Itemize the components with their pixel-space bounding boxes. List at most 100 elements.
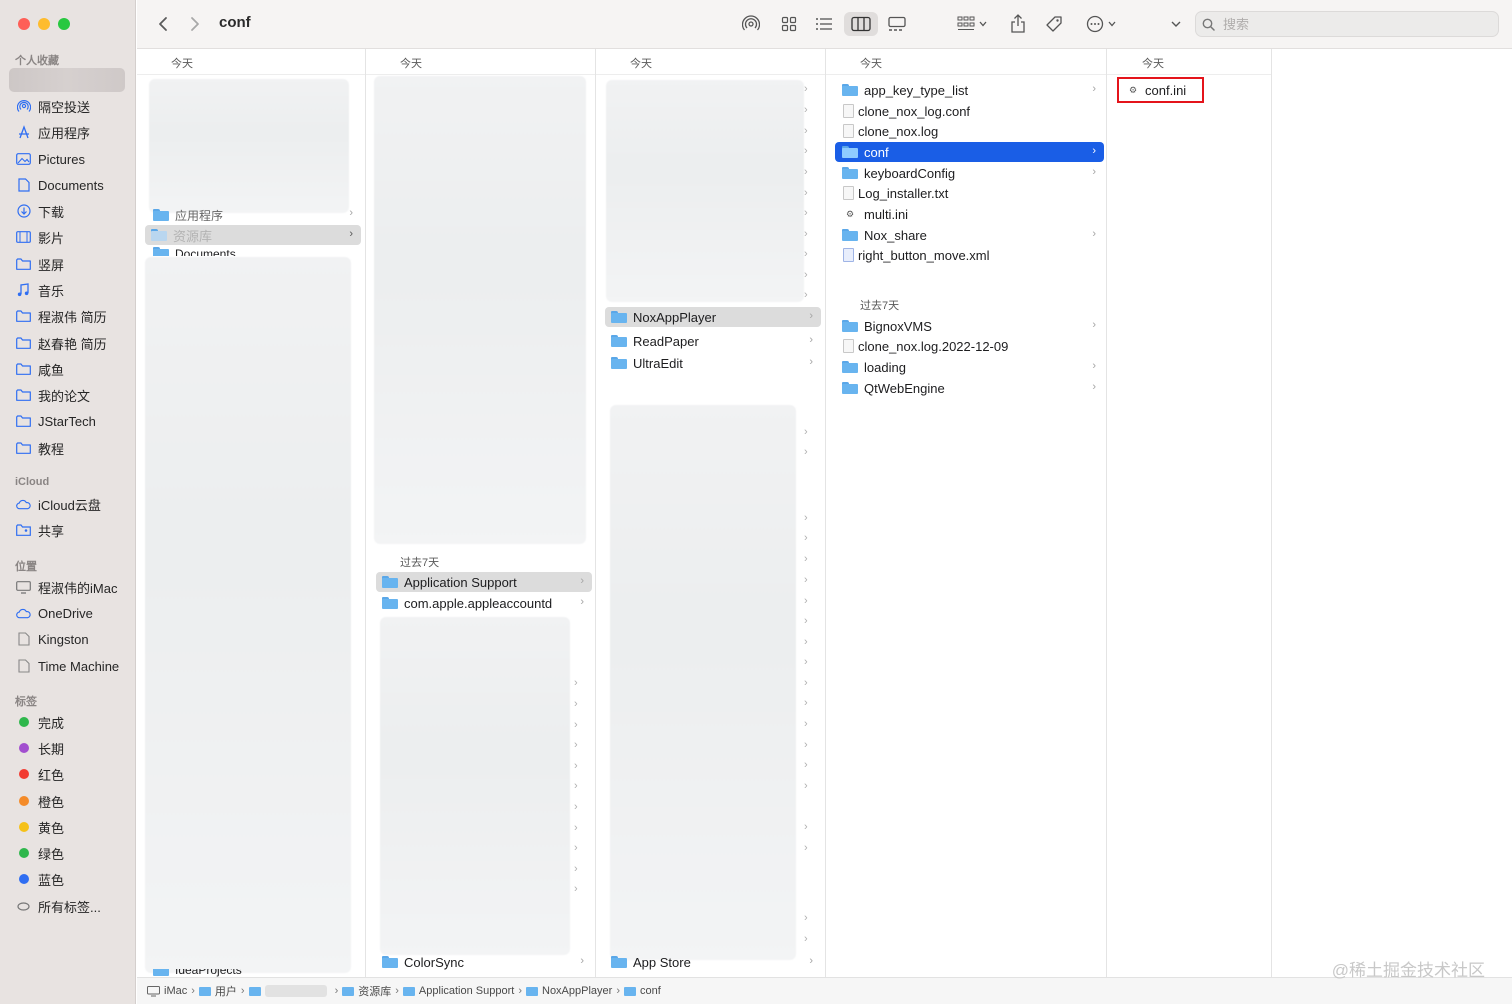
highlight-annotation-box: [1117, 77, 1204, 103]
sidebar-item-label: 我的论文: [38, 388, 91, 404]
close-window-button[interactable]: [18, 18, 30, 30]
list-item[interactable]: right_button_move.xml: [835, 245, 1104, 265]
sidebar-item[interactable]: Documents: [16, 175, 104, 195]
view-list-button[interactable]: [812, 12, 836, 36]
sidebar-item-label: 橙色: [38, 794, 65, 810]
sidebar-item[interactable]: 隔空投送: [16, 96, 90, 116]
list-item[interactable]: Nox_share ›: [835, 225, 1104, 245]
list-item[interactable]: 应用程序 ›: [147, 209, 361, 221]
search-input[interactable]: [1221, 15, 1485, 33]
tag-color-dot-icon: [19, 769, 29, 779]
sidebar-item-label: Time Machine: [38, 658, 120, 674]
list-item[interactable]: QtWebEngine ›: [835, 378, 1104, 398]
chevron-left-icon: [159, 17, 167, 31]
list-item[interactable]: BignoxVMS ›: [835, 316, 1104, 336]
list-item[interactable]: app_key_type_list ›: [835, 80, 1104, 100]
list-item-selected-path[interactable]: NoxAppPlayer ›: [605, 307, 821, 327]
list-item[interactable]: com.apple.appleaccountd ›: [376, 593, 592, 613]
list-item[interactable]: ReadPaper ›: [605, 331, 821, 351]
sidebar-item[interactable]: 教程: [16, 438, 64, 458]
sidebar-item[interactable]: 下载: [16, 201, 64, 221]
sidebar-item[interactable]: 应用程序: [16, 122, 90, 142]
chevron-right-icon: ›: [574, 863, 578, 875]
list-item[interactable]: clone_nox.log: [835, 121, 1104, 141]
section-header-today: 今天: [1142, 58, 1164, 70]
sidebar-tag-item[interactable]: 橙色: [16, 791, 64, 811]
list-item[interactable]: keyboardConfig ›: [835, 163, 1104, 183]
folder-icon: [611, 955, 627, 969]
path-segment-redacted[interactable]: [248, 985, 331, 997]
sidebar-tag-item[interactable]: 长期: [16, 738, 64, 758]
sidebar-item[interactable]: OneDrive: [16, 603, 93, 623]
sidebar-item-label: 共享: [38, 523, 65, 539]
drive-icon: [16, 632, 31, 646]
group-button[interactable]: [953, 12, 991, 36]
pictures-icon: [16, 152, 31, 166]
sidebar-item-all-tags[interactable]: 所有标签...: [16, 896, 101, 916]
zoom-window-button[interactable]: [58, 18, 70, 30]
more-actions-button[interactable]: [1082, 12, 1120, 36]
path-segment-application-support[interactable]: Application Support: [402, 985, 514, 997]
sidebar-tag-item[interactable]: 绿色: [16, 843, 64, 863]
sidebar-item[interactable]: 影片: [16, 227, 64, 247]
list-item-selected-path[interactable]: Application Support ›: [376, 572, 592, 592]
sidebar-tag-item[interactable]: 蓝色: [16, 869, 64, 889]
list-item[interactable]: App Store ›: [605, 952, 821, 972]
list-item-selected[interactable]: conf ›: [835, 142, 1104, 162]
toolbar-overflow-button[interactable]: [1167, 12, 1185, 36]
sidebar-item[interactable]: 程淑伟的iMac: [16, 577, 117, 597]
folder-icon: [842, 83, 858, 97]
list-item[interactable]: IdeaProjects: [147, 969, 361, 977]
chevron-right-icon: ›: [574, 801, 578, 813]
forward-button[interactable]: [185, 12, 205, 36]
list-item[interactable]: UltraEdit ›: [605, 353, 821, 373]
sidebar-tag-item[interactable]: 红色: [16, 764, 64, 784]
path-segment-noxappplayer[interactable]: NoxAppPlayer: [526, 985, 612, 997]
minimize-window-button[interactable]: [38, 18, 50, 30]
sidebar-tag-item[interactable]: 完成: [16, 712, 64, 732]
path-segment-imac[interactable]: iMac: [147, 985, 187, 997]
sidebar-item-label: Kingston: [38, 631, 89, 647]
cloud-icon: [16, 606, 31, 620]
sidebar-item[interactable]: Pictures: [16, 149, 85, 169]
list-item[interactable]: clone_nox.log.2022-12-09: [835, 336, 1104, 356]
share-button[interactable]: [1006, 12, 1030, 36]
sidebar-tag-item[interactable]: 黄色: [16, 817, 64, 837]
list-item-selected-path[interactable]: 资源库 ›: [145, 225, 361, 245]
list-item[interactable]: loading ›: [835, 357, 1104, 377]
folder-icon: [151, 228, 167, 242]
list-item[interactable]: clone_nox_log.conf: [835, 101, 1104, 121]
view-icons-button[interactable]: [777, 12, 801, 36]
folder-icon: [16, 388, 31, 402]
sidebar-item[interactable]: Time Machine: [16, 656, 119, 676]
list-item[interactable]: ColorSync ›: [376, 952, 592, 972]
sidebar-item[interactable]: 咸鱼: [16, 359, 64, 379]
list-item[interactable]: Log_installer.txt: [835, 183, 1104, 203]
sidebar-item[interactable]: 竖屏: [16, 254, 64, 274]
chevron-right-icon: ›: [804, 615, 808, 627]
sidebar-item[interactable]: 赵春艳 简历: [16, 333, 107, 353]
list-item[interactable]: ⚙ multi.ini: [835, 204, 1104, 224]
sidebar-item[interactable]: JStarTech: [16, 411, 96, 431]
path-segment-library[interactable]: 资源库: [342, 983, 391, 999]
view-gallery-button[interactable]: [884, 12, 910, 36]
sidebar-item-label: JStarTech: [38, 413, 96, 429]
back-button[interactable]: [153, 12, 173, 36]
path-segment-users[interactable]: 用户: [198, 983, 237, 999]
redacted-sidebar-item[interactable]: [9, 68, 125, 92]
display-icon: [16, 580, 31, 594]
airdrop-button[interactable]: [739, 12, 763, 36]
tag-color-dot-icon: [19, 822, 29, 832]
sidebar-item[interactable]: 共享: [16, 520, 64, 540]
view-columns-button[interactable]: [844, 12, 878, 36]
sidebar-item[interactable]: 音乐: [16, 280, 64, 300]
tag-button[interactable]: [1042, 12, 1066, 36]
path-segment-conf[interactable]: conf: [624, 985, 661, 997]
sidebar-item[interactable]: 我的论文: [16, 385, 90, 405]
list-item[interactable]: Documents: [147, 247, 361, 256]
sidebar-item[interactable]: 程淑伟 简历: [16, 306, 107, 326]
chevron-right-icon: ›: [804, 595, 808, 607]
search-field[interactable]: [1195, 11, 1499, 37]
sidebar-item[interactable]: iCloud云盘: [16, 494, 101, 514]
sidebar-item[interactable]: Kingston: [16, 629, 89, 649]
